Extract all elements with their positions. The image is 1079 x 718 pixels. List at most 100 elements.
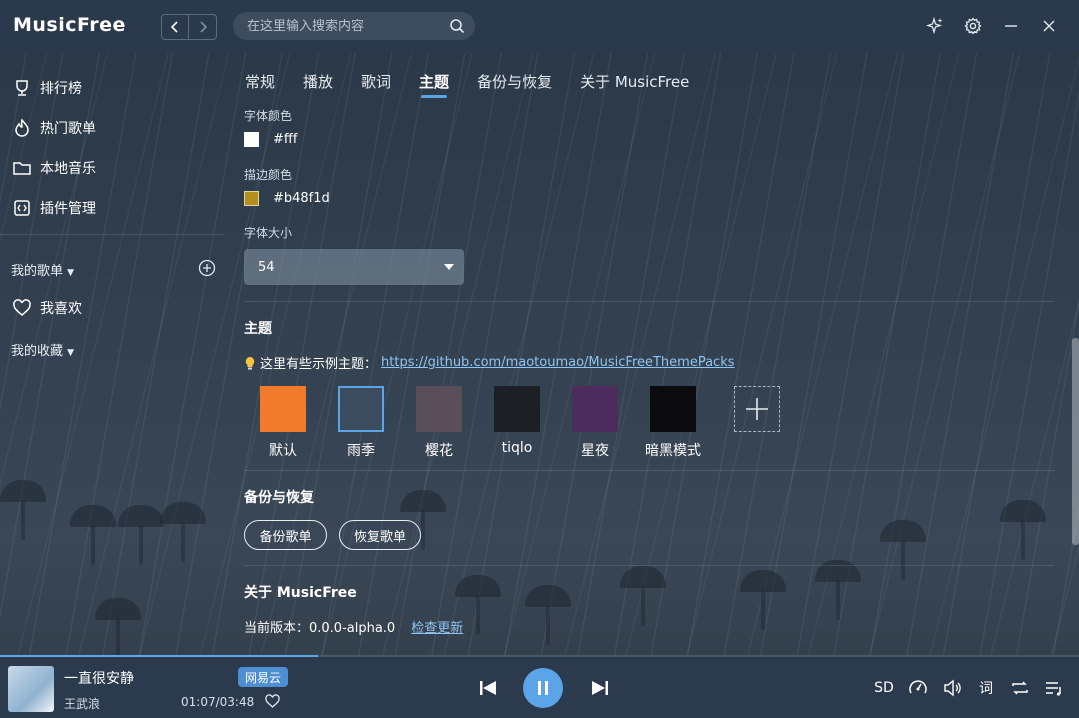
lightbulb-icon — [245, 356, 255, 369]
playlist-icon[interactable] — [1043, 677, 1065, 699]
font-color-row[interactable]: #fff — [244, 132, 297, 147]
progress-track[interactable] — [0, 655, 1079, 657]
play-time: 01:07/03:48 — [181, 695, 255, 709]
add-sheet-button[interactable] — [198, 259, 216, 277]
theme-sakura[interactable]: 樱花 — [400, 386, 478, 460]
song-artist: 王武浪 — [64, 697, 101, 711]
theme-dark-mode[interactable]: 暗黑模式 — [634, 386, 712, 460]
trophy-icon — [16, 80, 28, 96]
theme-thumbnail[interactable] — [260, 386, 306, 432]
caret-down-icon — [444, 264, 454, 270]
chevron-right-icon — [199, 21, 207, 33]
next-button[interactable] — [590, 678, 610, 698]
theme-section-title: 主题 — [244, 321, 272, 337]
back-button[interactable] — [161, 14, 189, 40]
theme-default[interactable]: 默认 — [244, 386, 322, 460]
tab-playback[interactable]: 播放 — [303, 71, 333, 92]
tab-theme[interactable]: 主题 — [419, 71, 449, 98]
add-theme-button[interactable] — [734, 386, 780, 432]
gear-icon[interactable] — [963, 16, 983, 36]
album-cover[interactable] — [8, 666, 54, 712]
previous-button[interactable] — [478, 678, 498, 698]
version-row: 当前版本：0.0.0-alpha.0 检查更新 — [244, 617, 463, 636]
forward-button[interactable] — [189, 14, 217, 40]
sparkle-icon[interactable] — [925, 16, 945, 36]
font-color-swatch[interactable] — [244, 132, 259, 147]
theme-starry-night[interactable]: 星夜 — [556, 386, 634, 460]
font-color-value: #fff — [273, 132, 298, 147]
sidebar-item-ranking[interactable]: 排行榜 — [12, 77, 82, 99]
stroke-color-swatch[interactable] — [244, 191, 259, 206]
sidebar-item-label: 热门歌单 — [40, 121, 96, 137]
app-logo: MusicFree — [13, 14, 126, 36]
theme-name: 暗黑模式 — [645, 443, 701, 459]
volume-icon[interactable] — [941, 677, 963, 699]
tab-about[interactable]: 关于 MusicFree — [580, 71, 689, 92]
theme-name: 樱花 — [425, 443, 453, 459]
section-divider — [244, 470, 1054, 471]
backup-sheets-button[interactable]: 备份歌单 — [244, 520, 327, 550]
plus-icon — [746, 398, 768, 420]
section-divider — [244, 565, 1054, 566]
tab-backup[interactable]: 备份与恢复 — [477, 71, 552, 92]
theme-thumbnail[interactable] — [416, 386, 462, 432]
sidebar-item-hot-sheets[interactable]: 热门歌单 — [12, 117, 96, 139]
stroke-color-row[interactable]: #b48f1d — [244, 191, 330, 206]
sidebar-item-favorite[interactable]: 我喜欢 — [12, 297, 82, 319]
scrollbar[interactable] — [1072, 338, 1079, 545]
stroke-color-label: 描边颜色 — [244, 168, 293, 182]
speed-icon[interactable] — [907, 677, 929, 699]
close-icon[interactable] — [1039, 16, 1059, 36]
tab-lyrics[interactable]: 歌词 — [361, 71, 391, 92]
theme-thumbnail[interactable] — [572, 386, 618, 432]
lyric-button[interactable]: 词 — [975, 677, 997, 699]
fire-icon — [15, 118, 29, 137]
theme-thumbnail[interactable] — [494, 386, 540, 432]
my-sheets-label: 我的歌单 — [11, 264, 64, 279]
my-sheets-header[interactable]: 我的歌单 ▼ — [11, 260, 74, 279]
theme-rainy[interactable]: 雨季 — [322, 386, 400, 460]
theme-add[interactable] — [718, 386, 796, 460]
theme-packs-link[interactable]: https://github.com/maotoumao/MusicFreeTh… — [381, 355, 735, 370]
sidebar-item-local-music[interactable]: 本地音乐 — [12, 157, 96, 179]
settings-tabs: 常规 播放 歌词 主题 备份与恢复 关于 MusicFree — [245, 71, 717, 98]
sidebar-item-label: 排行榜 — [40, 81, 82, 97]
restore-sheets-button[interactable]: 恢复歌单 — [339, 520, 421, 550]
skip-previous-icon — [480, 681, 496, 695]
check-update-link[interactable]: 检查更新 — [411, 617, 463, 636]
font-size-select[interactable]: 54 — [244, 249, 464, 285]
search-input[interactable] — [233, 18, 443, 34]
section-divider — [244, 301, 1054, 302]
song-title[interactable]: 一直很安静 — [64, 668, 134, 688]
search-icon[interactable] — [449, 18, 465, 38]
progress-fill — [0, 655, 319, 657]
theme-name: 雨季 — [347, 443, 375, 459]
my-collections-header[interactable]: 我的收藏 ▼ — [11, 340, 74, 359]
theme-hint: 这里有些示例主题： https://github.com/maotoumao/M… — [244, 353, 735, 372]
title-bar: MusicFree — [0, 0, 1079, 53]
theme-thumbnail[interactable] — [338, 386, 384, 432]
repeat-icon[interactable] — [1009, 677, 1031, 699]
theme-thumbnail[interactable] — [650, 386, 696, 432]
sidebar-item-plugins[interactable]: 插件管理 — [12, 197, 96, 219]
version-label: 当前版本：0.0.0-alpha.0 — [244, 621, 396, 636]
heart-icon — [265, 694, 280, 708]
favorite-toggle[interactable] — [265, 693, 280, 712]
quality-button[interactable]: SD — [873, 677, 895, 699]
tab-general[interactable]: 常规 — [245, 71, 275, 92]
chevron-left-icon — [170, 21, 178, 33]
settings-panel: 常规 播放 歌词 主题 备份与恢复 关于 MusicFree 字体颜色 #fff… — [225, 53, 1079, 655]
source-badge: 网易云 — [238, 667, 289, 687]
minimize-icon[interactable] — [1001, 16, 1021, 36]
pause-button[interactable] — [523, 668, 563, 708]
sidebar-item-label: 我喜欢 — [40, 301, 82, 317]
font-color-label: 字体颜色 — [244, 109, 293, 123]
theme-name: 默认 — [269, 443, 297, 459]
history-nav — [161, 14, 217, 40]
theme-list: 默认 雨季 樱花 tiqlo 星夜 暗黑模式 — [244, 386, 796, 460]
backup-section-title: 备份与恢复 — [244, 490, 314, 506]
theme-tiqlo[interactable]: tiqlo — [478, 386, 556, 460]
about-section-title: 关于 MusicFree — [244, 585, 357, 601]
search-box — [233, 12, 475, 40]
heart-icon — [13, 299, 31, 316]
